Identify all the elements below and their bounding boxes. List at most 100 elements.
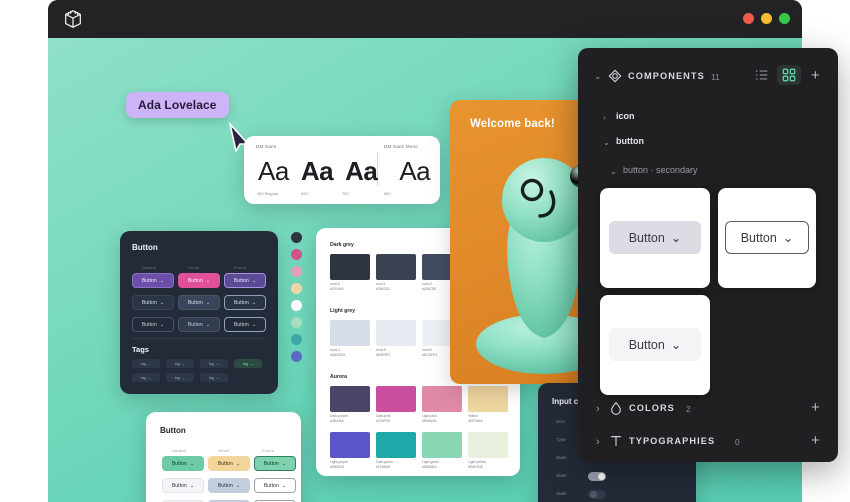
- button-variant[interactable]: Button⌄: [132, 295, 174, 310]
- tag-label: tag: [242, 361, 249, 366]
- list-view-icon[interactable]: [750, 65, 774, 85]
- color-swatch[interactable]: [330, 254, 370, 280]
- color-swatch[interactable]: [376, 254, 416, 280]
- tree-item-button-secondary[interactable]: ⌄ button · secondary: [578, 159, 838, 185]
- component-card-outlined[interactable]: Button ⌄: [718, 188, 816, 288]
- chevron-down-icon: ⌄: [189, 460, 195, 467]
- swatch-hex: #8AD6B4: [422, 465, 437, 470]
- button-variant[interactable]: Button⌄: [178, 317, 220, 332]
- color-swatch[interactable]: [330, 320, 370, 346]
- component-card-filled[interactable]: Button ⌄: [600, 188, 710, 288]
- dark-button-card[interactable]: Button Default Hover Focus Button ⌄ Button…: [120, 231, 278, 394]
- chevron-right-icon[interactable]: ›: [603, 113, 606, 122]
- button-variant[interactable]: Button⌄: [132, 273, 174, 288]
- button-variant[interactable]: Button⌄: [162, 478, 204, 493]
- swatch-group-title: Aurora: [330, 374, 348, 380]
- tree-item-icon[interactable]: › icon: [578, 105, 838, 131]
- component-button-label: Button: [628, 337, 665, 352]
- add-color-button[interactable]: +: [811, 400, 820, 415]
- component-button[interactable]: Button ⌄: [609, 221, 701, 254]
- chevron-down-icon: ⌄: [159, 321, 165, 328]
- button-label: Button: [263, 482, 279, 489]
- button-variant[interactable]: Button⌄: [224, 317, 266, 332]
- color-swatch[interactable]: [376, 386, 416, 412]
- card-title: Button: [132, 243, 158, 252]
- color-dot[interactable]: [291, 283, 302, 294]
- window-controls[interactable]: [743, 13, 790, 24]
- button-variant[interactable]: Button⌄: [178, 295, 220, 310]
- button-label: Button: [141, 321, 157, 328]
- tag-label: tag: [208, 375, 215, 380]
- droplet-icon: [609, 401, 623, 420]
- tag-label: tag: [208, 361, 215, 366]
- tag-chip[interactable]: tag ⌄: [200, 373, 228, 382]
- tag-chip[interactable]: tag ⌄: [132, 373, 160, 382]
- color-swatch[interactable]: [468, 432, 508, 458]
- button-variant[interactable]: Button⌄: [208, 456, 250, 471]
- toggle-switch-on[interactable]: [588, 472, 606, 481]
- close-button[interactable]: [743, 13, 754, 24]
- color-swatch[interactable]: [422, 386, 462, 412]
- input-row-label: State: [556, 455, 567, 460]
- color-dot[interactable]: [291, 351, 302, 362]
- chevron-down-icon[interactable]: ⌄: [610, 167, 617, 176]
- toggle-switch-off[interactable]: [588, 490, 606, 499]
- components-section-header[interactable]: ⌄ COMPONENTS 11 +: [578, 60, 838, 94]
- chevron-down-icon[interactable]: ⌄: [594, 71, 602, 82]
- grid-view-icon[interactable]: [777, 65, 801, 85]
- swatch-label: Light-purple #5B55C8: [330, 460, 348, 470]
- color-swatch[interactable]: [376, 320, 416, 346]
- chevron-down-icon: ⌄: [250, 362, 254, 366]
- tag-chip[interactable]: tag ⌄: [234, 359, 262, 368]
- component-button[interactable]: Button ⌄: [725, 221, 809, 254]
- maximize-button[interactable]: [779, 13, 790, 24]
- chevron-right-icon[interactable]: ›: [596, 436, 600, 448]
- light-button-card[interactable]: Button Default Hover Focus Button ⌄ Button…: [146, 412, 301, 502]
- button-label: Button: [233, 277, 249, 284]
- color-swatch[interactable]: [376, 432, 416, 458]
- toggle-knob: [598, 473, 605, 480]
- button-label: Button: [187, 299, 203, 306]
- color-swatch[interactable]: [330, 432, 370, 458]
- add-component-button[interactable]: +: [811, 68, 820, 83]
- chevron-down-icon[interactable]: ⌄: [603, 138, 610, 147]
- button-variant[interactable]: Button⌄: [208, 478, 250, 493]
- component-button[interactable]: Button ⌄: [609, 328, 701, 361]
- button-label: Button: [217, 482, 233, 489]
- chevron-right-icon[interactable]: ›: [596, 403, 600, 415]
- minimize-button[interactable]: [761, 13, 772, 24]
- color-dot[interactable]: [291, 266, 302, 277]
- color-dot[interactable]: [291, 334, 302, 345]
- swatch-label: Yellow #EFD6A0: [468, 414, 483, 424]
- color-dot[interactable]: [291, 249, 302, 260]
- color-swatch[interactable]: [468, 386, 508, 412]
- typography-specimen-card[interactable]: DM Sans DM Sans Mono Aa Aa Aa Aa 400 Reg…: [244, 136, 440, 204]
- button-variant[interactable]: Button⌄: [254, 456, 296, 471]
- section-title: TYPOGRAPHIES: [629, 436, 716, 446]
- tag-chip[interactable]: tag ⌄: [166, 359, 194, 368]
- color-swatch[interactable]: [330, 386, 370, 412]
- tag-chip[interactable]: tag ⌄: [200, 359, 228, 368]
- tree-item-button[interactable]: ⌄ button: [578, 130, 838, 156]
- button-variant[interactable]: Button⌄: [224, 273, 266, 288]
- swatch-hex: #1FA8A8: [376, 465, 390, 470]
- swatch-name: nord-2: [422, 282, 432, 286]
- add-typography-button[interactable]: +: [811, 433, 820, 448]
- button-variant[interactable]: Button⌄: [178, 273, 220, 288]
- tag-chip[interactable]: tag ⌄: [166, 373, 194, 382]
- color-dot[interactable]: [291, 317, 302, 328]
- typographies-section-header[interactable]: › TYPOGRAPHIES 0 +: [578, 426, 838, 460]
- colors-section-header[interactable]: › COLORS 2 +: [578, 393, 838, 427]
- color-dot[interactable]: [291, 300, 302, 311]
- button-variant[interactable]: Button⌄: [254, 478, 296, 493]
- chevron-down-icon: ⌄: [235, 460, 241, 467]
- color-swatch[interactable]: [422, 432, 462, 458]
- color-dot[interactable]: [291, 232, 302, 243]
- inspector-panel[interactable]: ⌄ COMPONENTS 11 + › icon ⌄ button ⌄ butt…: [578, 48, 838, 462]
- component-card-ghost[interactable]: Button ⌄: [600, 295, 710, 395]
- color-dot-column[interactable]: [291, 232, 302, 362]
- button-variant[interactable]: Button⌄: [162, 456, 204, 471]
- button-variant[interactable]: Button⌄: [132, 317, 174, 332]
- button-variant[interactable]: Button⌄: [224, 295, 266, 310]
- tag-chip[interactable]: tag ⌄: [132, 359, 160, 368]
